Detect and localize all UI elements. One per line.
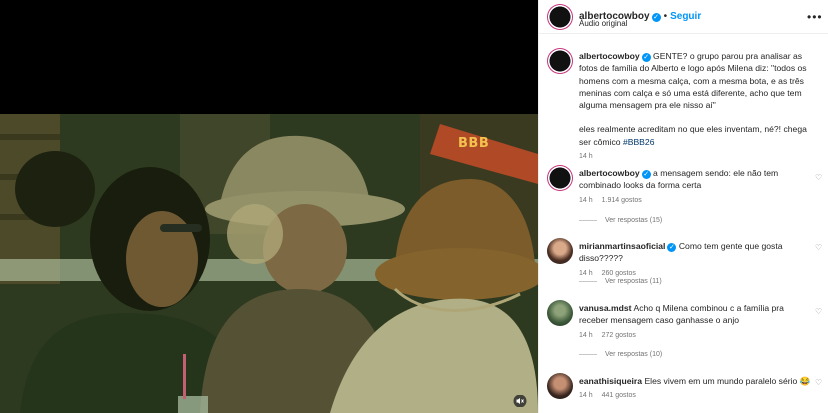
more-options-icon[interactable]: •••: [807, 10, 823, 24]
speaker-muted-icon[interactable]: [511, 393, 529, 409]
comment-body: albertocowboy ✓ a mensagem sendo: ele não…: [579, 167, 815, 207]
avatar[interactable]: [547, 238, 573, 264]
avatar[interactable]: [547, 300, 573, 326]
divider: [579, 281, 597, 282]
verified-badge-icon: ✓: [667, 243, 677, 252]
heart-icon[interactable]: ♡: [815, 378, 822, 387]
instagram-post-view: BBB albertocowboy ✓ • Seguir Áudio original…: [0, 0, 828, 413]
avatar[interactable]: [547, 48, 573, 74]
comment-username[interactable]: mirianmartinsaoficial: [579, 241, 665, 251]
video-frame: BBB: [0, 114, 538, 413]
view-replies-label: Ver respostas (10): [605, 351, 663, 358]
post-header: albertocowboy ✓ • Seguir Áudio original •••: [539, 0, 828, 34]
comment-username[interactable]: albertocowboy: [579, 168, 640, 178]
separator-dot: •: [663, 11, 668, 22]
video-scene-image: [0, 114, 538, 413]
comment-meta: 14 h 272 gostos: [579, 330, 815, 342]
view-replies-button[interactable]: Ver respostas (10): [579, 351, 662, 358]
avatar[interactable]: [547, 165, 573, 191]
comment-username[interactable]: eanathisiqueira: [579, 376, 642, 386]
comment-meta: 14 h 1.914 gostos: [579, 195, 815, 207]
comment-likes[interactable]: 260 gostos: [602, 270, 636, 277]
comment-time: 14 h: [579, 196, 593, 204]
audio-label[interactable]: Áudio original: [579, 19, 627, 28]
post-side-panel: albertocowboy ✓ • Seguir Áudio original •••…: [538, 0, 828, 413]
divider: [579, 220, 597, 221]
verified-badge-icon: ✓: [641, 53, 651, 62]
caption-text-2: eles realmente acreditam no que eles inv…: [579, 124, 807, 147]
caption-time: 14 h: [579, 153, 593, 161]
verified-badge-icon: ✓: [641, 170, 651, 179]
view-replies-label: Ver respostas (11): [605, 278, 662, 285]
view-replies-button[interactable]: Ver respostas (11): [579, 278, 662, 285]
comment-body: mirianmartinsaoficial ✓ Como tem gente qu…: [579, 240, 815, 280]
comment-likes[interactable]: 272 gostos: [602, 332, 636, 339]
heart-icon[interactable]: ♡: [815, 243, 822, 252]
comment-username[interactable]: vanusa.mdst: [579, 303, 632, 313]
comment-time: 14 h: [579, 392, 593, 400]
comment-time: 14 h: [579, 269, 593, 277]
avatar[interactable]: [547, 4, 573, 30]
heart-icon[interactable]: ♡: [815, 307, 822, 316]
comment-likes[interactable]: 1.914 gostos: [602, 197, 642, 204]
video-player[interactable]: BBB: [0, 0, 538, 413]
heart-icon[interactable]: ♡: [815, 173, 822, 182]
view-replies-button[interactable]: Ver respostas (15): [579, 217, 662, 224]
hashtag-link[interactable]: #BBB26: [623, 137, 655, 147]
view-replies-label: Ver respostas (15): [605, 217, 663, 224]
comment-likes[interactable]: 441 gostos: [602, 392, 636, 399]
caption-username[interactable]: albertocowboy: [579, 51, 640, 61]
comment-time: 14 h: [579, 331, 593, 339]
comment-body: vanusa.mdst Acho q Milena combinou c a f…: [579, 302, 815, 342]
verified-badge-icon: ✓: [651, 13, 661, 22]
avatar[interactable]: [547, 373, 573, 399]
follow-button[interactable]: Seguir: [670, 11, 701, 22]
divider: [579, 354, 597, 355]
comment-meta: 14 h 441 gostos: [579, 390, 815, 402]
caption-meta: 14 h: [579, 151, 815, 163]
broadcast-watermark: BBB: [458, 136, 490, 151]
comments-list: albertocowboy ✓ GENTE? o grupo parou pra …: [539, 34, 828, 413]
comment-body: eanathisiqueira Eles vivem em um mundo p…: [579, 375, 815, 403]
caption-body: albertocowboy ✓ GENTE? o grupo parou pra …: [579, 50, 815, 163]
comment-text: Eles vivem em um mundo paralelo sério 😂: [644, 376, 811, 386]
